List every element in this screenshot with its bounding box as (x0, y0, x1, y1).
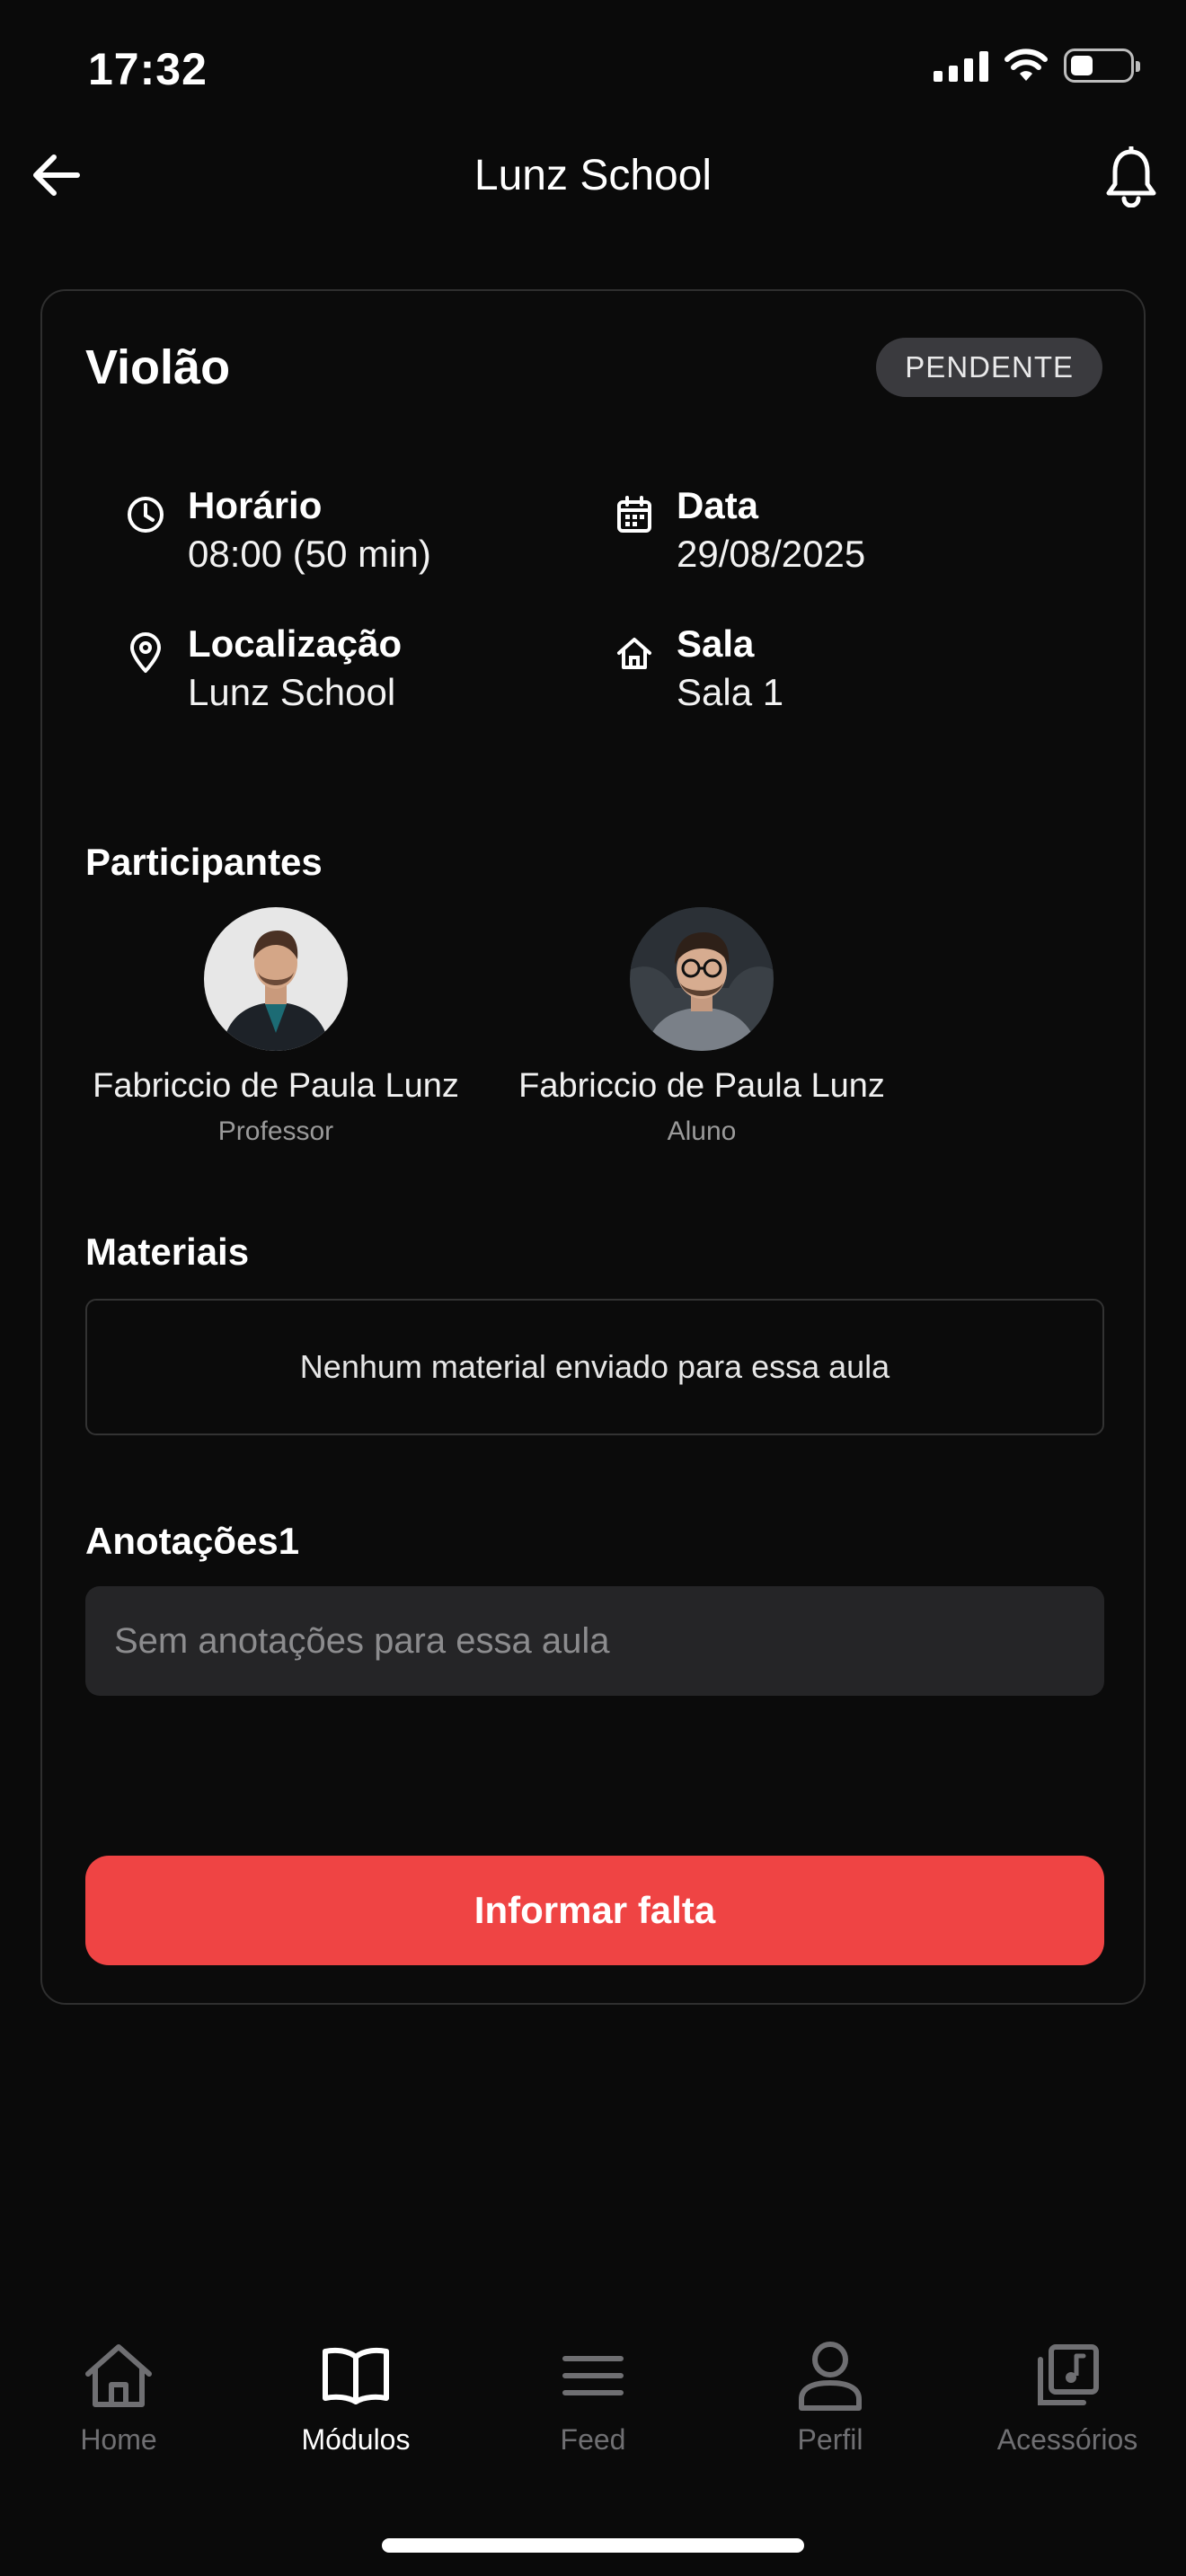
home-indicator (382, 2538, 804, 2553)
status-time: 17:32 (88, 44, 208, 94)
book-icon (315, 2335, 396, 2416)
report-absence-button[interactable]: Informar falta (85, 1856, 1104, 1965)
nav-label: Feed (560, 2423, 626, 2456)
nav-label: Home (80, 2423, 157, 2456)
date-value: 29/08/2025 (677, 533, 866, 575)
music-library-icon (1027, 2335, 1108, 2416)
date-info: Data 29/08/2025 (614, 481, 865, 578)
avatar (630, 907, 774, 1051)
location-info: Localização Lunz School (125, 620, 402, 717)
home-icon (78, 2335, 159, 2416)
room-label: Sala (677, 622, 755, 665)
notifications-button[interactable] (1100, 144, 1163, 210)
lesson-card: Violão PENDENTE Horário 08:00 (50 min) D… (40, 289, 1146, 2005)
status-badge: PENDENTE (876, 338, 1102, 397)
participant-name: Fabriccio de Paula Lunz (518, 1067, 885, 1105)
avatar (204, 907, 348, 1051)
nav-label: Acessórios (996, 2423, 1138, 2456)
participant-card[interactable]: Fabriccio de Paula Lunz Aluno (504, 907, 899, 1147)
screen: 17:32 Lunz School Violão PENDENTE Horári… (0, 0, 1186, 2576)
nav-item-profile[interactable]: Perfil (731, 2335, 929, 2470)
nav-label: Perfil (797, 2423, 863, 2456)
top-app-bar: Lunz School (0, 135, 1186, 216)
schedule-label: Horário (188, 484, 323, 526)
date-label: Data (677, 484, 759, 526)
calendar-icon (614, 494, 655, 535)
schedule-value: 08:00 (50 min) (188, 533, 431, 575)
participant-card[interactable]: Fabriccio de Paula Lunz Professor (78, 907, 474, 1147)
nav-label: Módulos (301, 2423, 411, 2456)
notes-field[interactable]: Sem anotações para essa aula (85, 1586, 1104, 1696)
status-bar: 17:32 (0, 0, 1186, 135)
bottom-nav: Home Módulos Feed Perfil Acessórios (0, 2335, 1186, 2470)
battery-icon (1064, 49, 1140, 83)
schedule-info: Horário 08:00 (50 min) (125, 481, 431, 578)
participant-role: Aluno (667, 1116, 737, 1146)
nav-item-home[interactable]: Home (20, 2335, 217, 2470)
materials-title: Materiais (85, 1231, 250, 1273)
menu-lines-icon (553, 2335, 633, 2416)
status-icons (934, 49, 1140, 83)
person-icon (790, 2335, 871, 2416)
materials-empty-state: Nenhum material enviado para essa aula (85, 1299, 1104, 1435)
map-pin-icon (125, 632, 166, 674)
location-value: Lunz School (188, 671, 396, 713)
room-info: Sala Sala 1 (614, 620, 783, 717)
location-label: Localização (188, 622, 403, 665)
room-value: Sala 1 (677, 671, 784, 713)
bell-icon (1106, 146, 1156, 207)
participant-role: Professor (217, 1116, 334, 1146)
lesson-title: Violão (85, 340, 231, 394)
cellular-signal-icon (934, 49, 988, 82)
clock-icon (125, 494, 166, 535)
wifi-icon (1005, 49, 1048, 81)
participant-name: Fabriccio de Paula Lunz (93, 1067, 459, 1105)
nav-item-modules[interactable]: Módulos (257, 2335, 455, 2470)
notes-title: Anotações1 (85, 1520, 300, 1562)
nav-item-accessories[interactable]: Acessórios (969, 2335, 1166, 2470)
participants-title: Participantes (85, 841, 323, 883)
page-title: Lunz School (474, 152, 712, 199)
home-icon (614, 632, 655, 674)
nav-item-feed[interactable]: Feed (494, 2335, 692, 2470)
